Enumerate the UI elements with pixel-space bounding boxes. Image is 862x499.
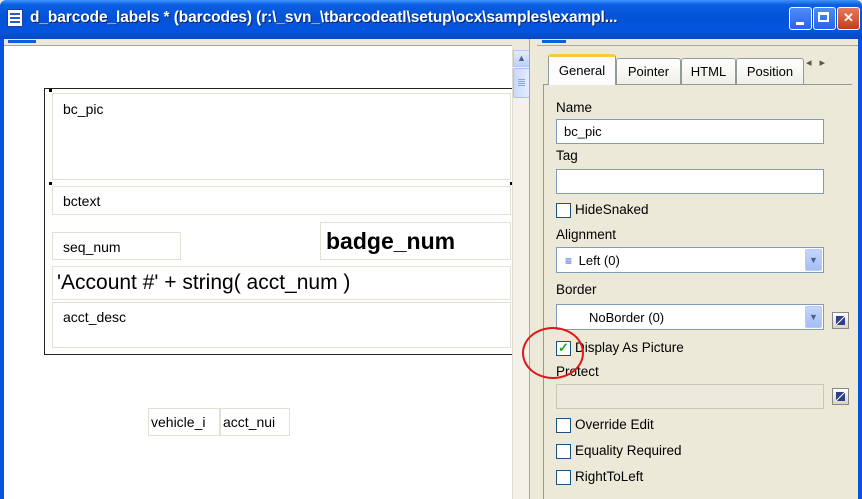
tab-pointer[interactable]: Pointer — [616, 58, 681, 84]
border-label: Border — [556, 282, 597, 297]
tab-scroll-arrows-icon[interactable]: ◂▸ — [806, 56, 838, 74]
field-account-expression[interactable]: 'Account #' + string( acct_num ) — [52, 266, 511, 300]
pane-splitter[interactable] — [529, 39, 537, 499]
alignment-value: Left (0) — [578, 253, 620, 268]
hidesnaked-label: HideSnaked — [575, 202, 649, 217]
equality-required-label: Equality Required — [575, 443, 682, 458]
hidesnaked-checkbox[interactable] — [556, 203, 571, 218]
chevron-down-icon[interactable]: ▼ — [805, 306, 822, 328]
tab-general[interactable]: General — [548, 54, 616, 85]
tab-html[interactable]: HTML — [681, 58, 736, 84]
override-edit-label: Override Edit — [575, 417, 654, 432]
design-ruler — [4, 39, 512, 46]
field-badge-num[interactable]: badge_num — [320, 222, 511, 260]
protect-expression-button[interactable] — [832, 388, 849, 405]
equality-required-checkbox[interactable] — [556, 444, 571, 459]
field-acct-desc[interactable]: acct_desc — [52, 302, 511, 348]
properties-ruler — [537, 39, 858, 46]
field-vehicle[interactable]: vehicle_i — [148, 408, 220, 436]
align-left-icon: ≡ — [565, 254, 573, 268]
righttoleft-checkbox[interactable] — [556, 470, 571, 485]
scroll-thumb[interactable] — [513, 68, 530, 98]
name-label: Name — [556, 100, 593, 115]
field-seq-num[interactable]: seq_num — [52, 232, 181, 260]
field-bc-pic[interactable]: bc_pic — [52, 93, 511, 180]
protect-input[interactable] — [556, 384, 824, 409]
border-expression-button[interactable] — [832, 312, 849, 329]
border-value: NoBorder (0) — [589, 310, 665, 325]
chevron-down-icon[interactable]: ▼ — [805, 249, 822, 271]
alignment-label: Alignment — [556, 227, 617, 242]
window-frame-right — [858, 39, 862, 499]
field-acct-num[interactable]: acct_nui — [220, 408, 290, 436]
tab-position[interactable]: Position — [736, 58, 804, 84]
name-input[interactable]: bc_pic — [556, 119, 824, 144]
selection-handle[interactable] — [49, 182, 52, 185]
override-edit-checkbox[interactable] — [556, 418, 571, 433]
minimize-button[interactable] — [789, 7, 812, 30]
close-button[interactable]: ✕ — [837, 7, 860, 30]
highlight-circle — [522, 327, 584, 379]
window-menu-icon[interactable] — [7, 9, 23, 27]
display-as-picture-label: Display As Picture — [575, 340, 684, 355]
righttoleft-label: RightToLeft — [575, 469, 644, 484]
vertical-scrollbar[interactable]: ▲ — [512, 50, 530, 499]
tag-label: Tag — [556, 148, 578, 163]
title-bar: d_barcode_labels * (barcodes) (r:\_svn_\… — [0, 0, 862, 39]
scroll-up-arrow-icon[interactable]: ▲ — [513, 50, 530, 67]
border-select[interactable]: NoBorder (0) ▼ — [556, 304, 824, 330]
maximize-button[interactable] — [813, 7, 836, 30]
selection-handle[interactable] — [49, 89, 52, 92]
tag-input[interactable] — [556, 169, 824, 194]
field-bctext[interactable]: bctext — [52, 186, 511, 215]
alignment-select[interactable]: ≡ Left (0) ▼ — [556, 247, 824, 273]
window-title: d_barcode_labels * (barcodes) (r:\_svn_\… — [30, 9, 618, 26]
